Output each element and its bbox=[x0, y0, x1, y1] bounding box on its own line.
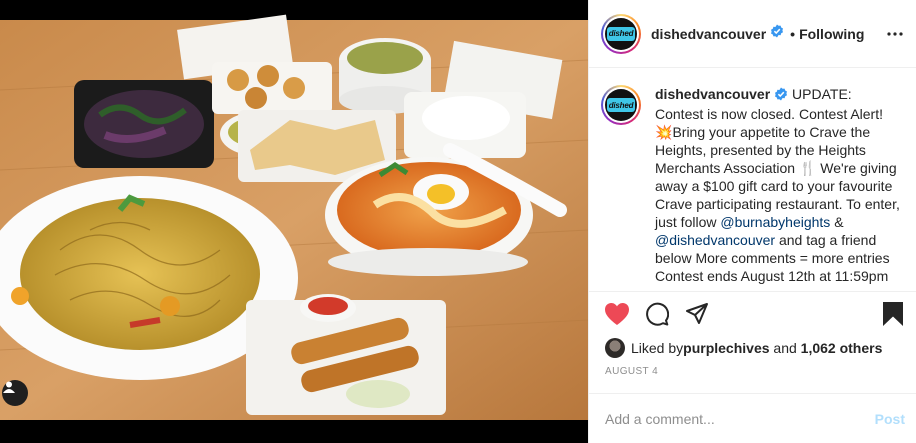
post-photo[interactable] bbox=[0, 0, 588, 443]
tag-user-icon[interactable] bbox=[2, 380, 28, 406]
collision-emoji: 💥 bbox=[655, 124, 673, 140]
avatar-logo-text: dished bbox=[607, 26, 635, 41]
fork-knife-emoji: 🍴 bbox=[798, 160, 817, 176]
author-avatar[interactable]: dished bbox=[601, 13, 641, 54]
mention-burnabyheights[interactable]: @burnabyheights bbox=[720, 214, 830, 230]
post-comment-button[interactable]: Post bbox=[875, 411, 905, 427]
post-side-panel: dished dishedvancouver • Following dishe… bbox=[588, 0, 916, 443]
following-button[interactable]: Following bbox=[799, 26, 864, 42]
likes-others-count[interactable]: 1,062 others bbox=[801, 340, 883, 356]
author-username[interactable]: dishedvancouver bbox=[651, 26, 766, 42]
caption-text: dishedvancouver UPDATE: Contest is now c… bbox=[655, 85, 901, 289]
verified-badge-icon bbox=[770, 24, 784, 43]
post-header: dished dishedvancouver • Following bbox=[589, 0, 916, 68]
action-bar bbox=[589, 291, 916, 335]
caption-verified-badge-icon bbox=[774, 87, 788, 105]
liker-username[interactable]: purplechives bbox=[683, 340, 769, 356]
likes-summary: Liked by purplechives and 1,062 others bbox=[605, 336, 882, 360]
bookmark-filled-icon[interactable] bbox=[879, 300, 907, 328]
caption-username[interactable]: dishedvancouver bbox=[655, 86, 770, 102]
likes-prefix: Liked by bbox=[631, 340, 684, 356]
caption-part-4: & bbox=[830, 214, 844, 230]
comment-input[interactable] bbox=[605, 410, 875, 427]
share-icon[interactable] bbox=[683, 300, 711, 328]
likes-middle: and bbox=[769, 340, 801, 356]
comment-bar: Post bbox=[589, 393, 916, 443]
comment-icon[interactable] bbox=[643, 300, 671, 328]
mention-dishedvancouver[interactable]: @dishedvancouver bbox=[655, 232, 775, 248]
caption-author-avatar[interactable]: dished bbox=[601, 85, 641, 125]
caption-area: dished dishedvancouver UPDATE: Contest i… bbox=[589, 69, 916, 289]
liker-avatar[interactable] bbox=[605, 338, 625, 358]
heart-filled-icon[interactable] bbox=[603, 300, 631, 328]
more-options-icon[interactable] bbox=[885, 24, 905, 44]
caption-avatar-logo-text: dished bbox=[607, 98, 635, 112]
header-separator: • bbox=[790, 25, 796, 42]
food-photo-image bbox=[0, 0, 588, 443]
post-date[interactable]: AUGUST 4 bbox=[605, 366, 658, 377]
